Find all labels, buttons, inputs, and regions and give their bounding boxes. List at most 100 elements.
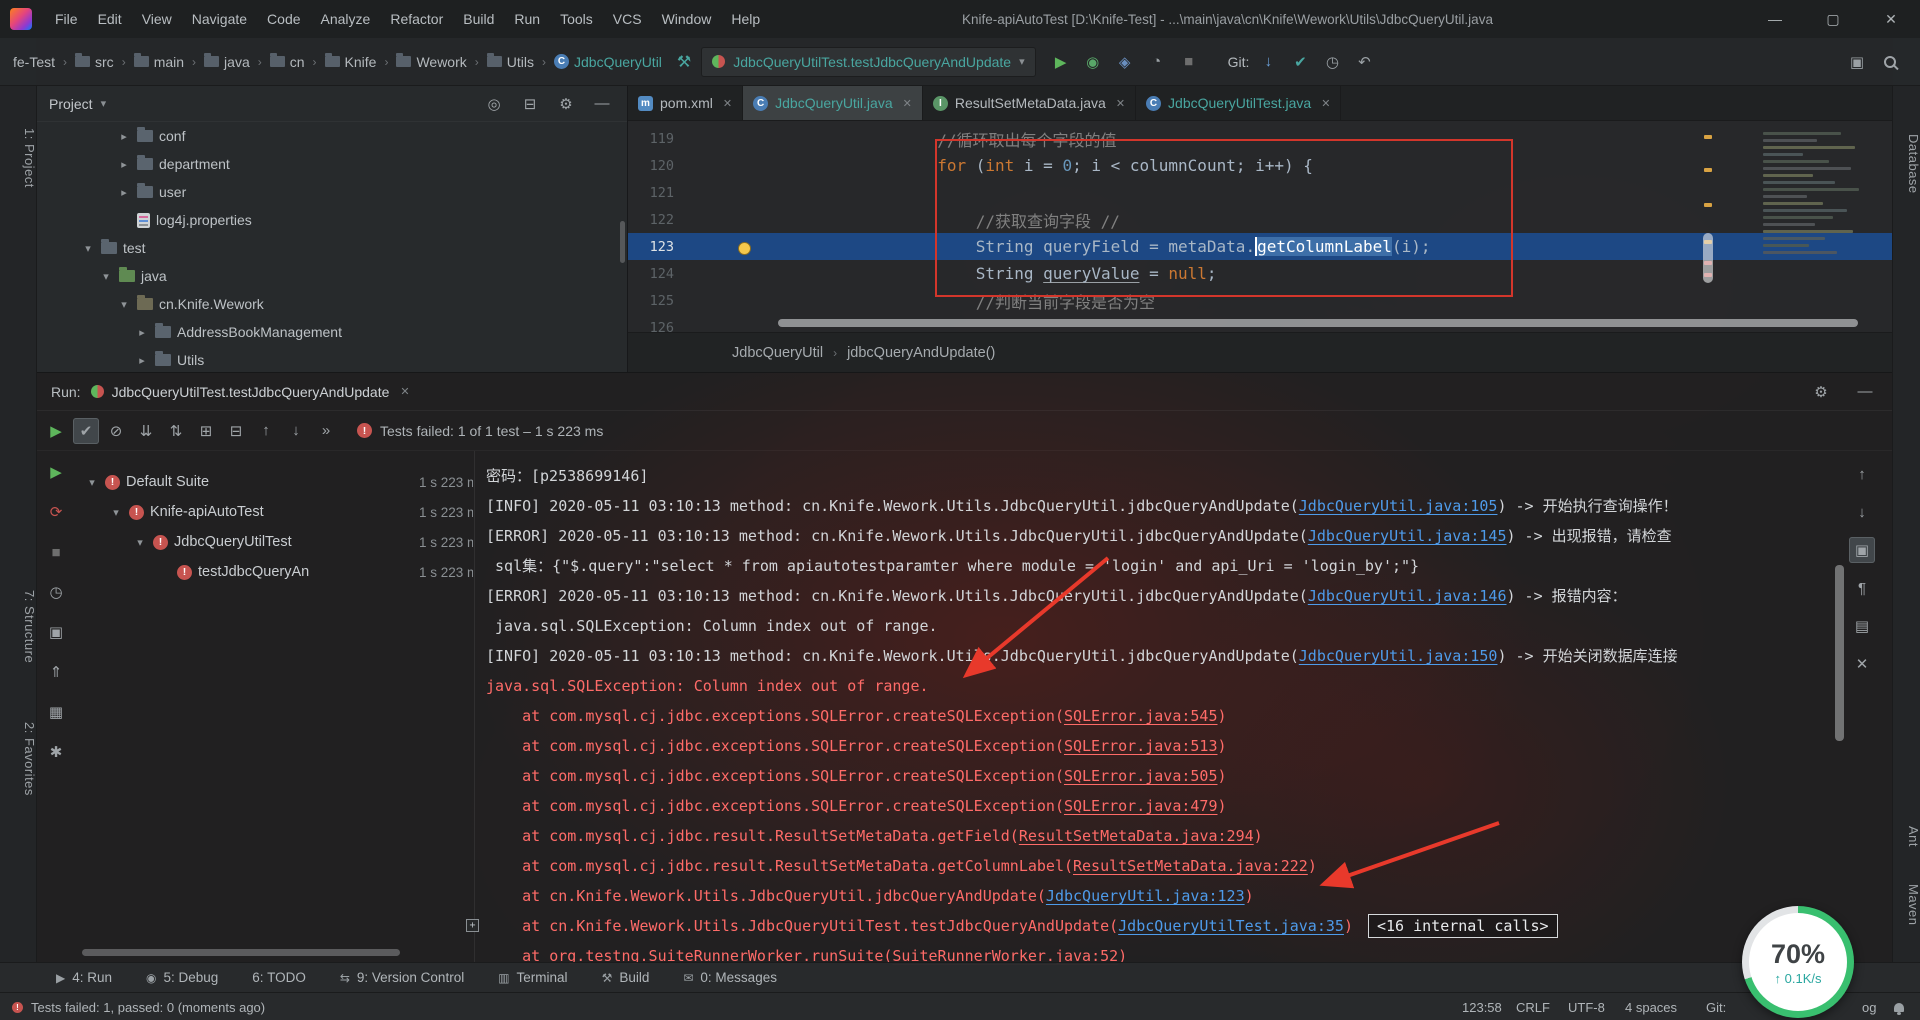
tree-arrow-icon[interactable]: ▾ <box>81 242 95 255</box>
breadcrumb-method[interactable]: jdbcQueryAndUpdate() <box>847 345 995 361</box>
event-log-label-partial[interactable]: og <box>1862 993 1876 1020</box>
project-tree-item-utils[interactable]: ▸ Utils <box>37 346 627 372</box>
sort-by-duration-button[interactable]: ⇊ <box>133 418 159 444</box>
internal-calls-badge[interactable]: <16 internal calls> <box>1368 914 1558 938</box>
hide-run-panel-button[interactable]: — <box>1852 379 1878 405</box>
hide-panel-button[interactable]: — <box>589 91 615 117</box>
toolwindow-build[interactable]: ⚒ Build <box>602 970 650 985</box>
breadcrumb-class[interactable]: JdbcQueryUtil <box>732 345 823 361</box>
test-tree-item-testjdbcqueryan[interactable]: !testJdbcQueryAn1 s 223 ms <box>75 557 473 587</box>
pin-button[interactable]: ✱ <box>43 739 69 765</box>
menu-view[interactable]: View <box>133 8 181 30</box>
menu-analyze[interactable]: Analyze <box>312 8 380 30</box>
tree-arrow-icon[interactable]: ▾ <box>133 536 147 549</box>
warning-mark-icon[interactable] <box>1704 168 1712 172</box>
search-everywhere-icon[interactable] <box>1884 55 1896 68</box>
git-branch-label[interactable]: Git: <box>1706 993 1726 1020</box>
rerun-button[interactable]: ▶ <box>43 459 69 485</box>
menu-refactor[interactable]: Refactor <box>381 8 452 30</box>
tool-button-ant[interactable]: Ant <box>1893 826 1920 847</box>
project-tree-item-addressbookmanagement[interactable]: ▸ AddressBookManagement <box>37 318 627 346</box>
test-tree-item-knife-apiautotest[interactable]: ▾!Knife-apiAutoTest1 s 223 ms <box>75 497 473 527</box>
menu-navigate[interactable]: Navigate <box>183 8 256 30</box>
run-button[interactable]: ▶ <box>1048 49 1074 75</box>
project-tree-item-test[interactable]: ▾ test <box>37 234 627 262</box>
locate-file-button[interactable]: ◎ <box>481 91 507 117</box>
breadcrumb-item-fe-test[interactable]: fe-Test <box>8 51 60 73</box>
menu-build[interactable]: Build <box>454 8 503 30</box>
stacktrace-link[interactable]: JdbcQueryUtil.java:145 <box>1308 527 1507 545</box>
stacktrace-link[interactable]: SQLError.java:479 <box>1064 797 1218 815</box>
menu-window[interactable]: Window <box>653 8 721 30</box>
ignore-tests-button[interactable]: ⊘ <box>103 418 129 444</box>
test-tree-scrollbar[interactable] <box>82 949 400 956</box>
close-button[interactable]: ✕ <box>1862 0 1920 38</box>
project-tree-item-log4j.properties[interactable]: log4j.properties <box>37 206 627 234</box>
editor-vertical-scrollbar[interactable] <box>1703 233 1713 283</box>
indent-setting[interactable]: 4 spaces <box>1625 993 1677 1020</box>
commit-button[interactable]: ✔ <box>1287 49 1313 75</box>
line-ending-select[interactable]: CRLF <box>1516 993 1550 1020</box>
tree-arrow-icon[interactable]: ▾ <box>85 476 99 489</box>
stacktrace-link[interactable]: JdbcQueryUtil.java:150 <box>1299 647 1498 665</box>
sort-alphabetically-button[interactable]: ⇅ <box>163 418 189 444</box>
console-view-button[interactable]: ▣ <box>1849 537 1875 563</box>
stacktrace-link[interactable]: JdbcQueryUtil.java:146 <box>1308 587 1507 605</box>
debug-button[interactable]: ◉ <box>1080 49 1106 75</box>
test-tree-item-default suite[interactable]: ▾!Default Suite1 s 223 ms <box>75 467 473 497</box>
profiler-button[interactable]: ◔ <box>1144 49 1170 75</box>
editor-error-stripe[interactable] <box>1701 121 1715 318</box>
toolwindow-todo[interactable]: 6: TODO <box>252 970 306 985</box>
caret-position[interactable]: 123:58 <box>1462 993 1502 1020</box>
project-scrollbar[interactable] <box>620 221 625 263</box>
toolwindow-terminal[interactable]: ▥ Terminal <box>498 970 567 985</box>
collapse-all-button[interactable]: ⊟ <box>517 91 543 117</box>
console-output[interactable]: + 密码：[p2538699146] [INFO] 2020-05-11 03:1… <box>466 451 1832 965</box>
tree-arrow-icon[interactable]: ▸ <box>117 130 131 143</box>
stop-run-button[interactable]: ■ <box>43 539 69 565</box>
breadcrumb-item-java[interactable]: java <box>199 51 255 73</box>
stop-button[interactable]: ■ <box>1176 49 1202 75</box>
coverage-button[interactable]: ◈ <box>1112 49 1138 75</box>
splitter[interactable] <box>474 451 475 962</box>
tab-JdbcQueryUtilTest.java[interactable]: C JdbcQueryUtilTest.java ✕ <box>1136 86 1342 120</box>
tool-button-favorites[interactable]: 2: Favorites <box>0 722 37 796</box>
stacktrace-link[interactable]: SQLError.java:545 <box>1064 707 1218 725</box>
tree-arrow-icon[interactable]: ▾ <box>99 270 113 283</box>
editor-horizontal-scrollbar[interactable] <box>778 319 1858 327</box>
breadcrumb-item-src[interactable]: src <box>70 51 119 73</box>
rerun-failed-button[interactable]: ⟳ <box>43 499 69 525</box>
breadcrumb-item-jdbcqueryutil[interactable]: C JdbcQueryUtil <box>549 51 667 73</box>
hide-windows-button[interactable]: ▣ <box>1844 49 1870 75</box>
run-configuration-select[interactable]: JdbcQueryUtilTest.testJdbcQueryAndUpdate… <box>701 46 1036 77</box>
menu-code[interactable]: Code <box>258 8 309 30</box>
breadcrumb-item-wework[interactable]: Wework <box>391 51 471 73</box>
close-tab-icon[interactable]: ✕ <box>1321 97 1330 110</box>
tool-button-structure[interactable]: 7: Structure <box>0 590 37 663</box>
next-occurrence-button[interactable]: ↓ <box>1849 499 1875 525</box>
print-console-button[interactable]: ▤ <box>1849 613 1875 639</box>
breadcrumb-item-utils[interactable]: Utils <box>482 51 539 73</box>
run-settings-button[interactable]: ⚙ <box>1808 379 1834 405</box>
tree-arrow-icon[interactable]: ▸ <box>135 354 149 367</box>
toolwindow-version-control[interactable]: ⇆ 9: Version Control <box>340 970 464 985</box>
show-passed-button[interactable]: ✔ <box>73 417 99 444</box>
tab-ResultSetMetaData.java[interactable]: I ResultSetMetaData.java ✕ <box>923 86 1137 120</box>
toolwindow-debug[interactable]: ◉ 5: Debug <box>146 970 218 985</box>
close-tab-icon[interactable]: ✕ <box>723 97 732 110</box>
build-hammer-icon[interactable]: ⚒ <box>677 52 691 72</box>
stacktrace-link[interactable]: JdbcQueryUtil.java:105 <box>1299 497 1498 515</box>
tree-arrow-icon[interactable]: ▸ <box>135 326 149 339</box>
tool-button-database[interactable]: Database <box>1893 134 1920 194</box>
status-test-summary[interactable]: ! Tests failed: 1, passed: 0 (moments ag… <box>12 993 265 1020</box>
stacktrace-link[interactable]: JdbcQueryUtil.java:123 <box>1046 887 1245 905</box>
test-history-button[interactable]: ◷ <box>43 579 69 605</box>
menu-vcs[interactable]: VCS <box>604 8 651 30</box>
close-tab-icon[interactable]: ✕ <box>903 97 912 110</box>
tree-arrow-icon[interactable]: ▸ <box>117 186 131 199</box>
tree-arrow-icon[interactable]: ▾ <box>117 298 131 311</box>
tree-arrow-icon[interactable]: ▸ <box>117 158 131 171</box>
menu-help[interactable]: Help <box>722 8 769 30</box>
settings-button[interactable]: ⚙ <box>553 91 579 117</box>
tool-button-project[interactable]: 1: Project <box>0 128 37 188</box>
